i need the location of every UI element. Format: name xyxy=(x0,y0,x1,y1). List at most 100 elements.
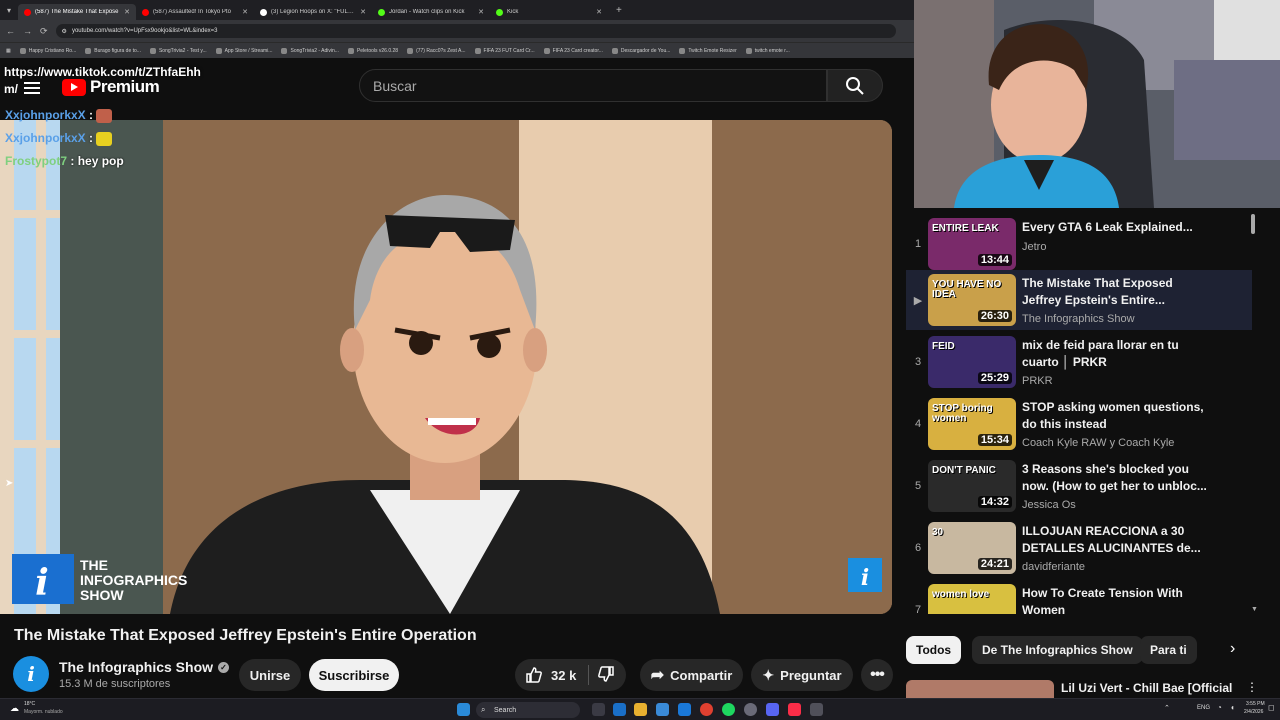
playlist-channel: PRKR xyxy=(1022,375,1053,387)
playlist-item-title: How To Create Tension With Women xyxy=(1022,585,1212,614)
browser-tab[interactable]: (587) The Mistake That Expose ✕ xyxy=(18,4,136,20)
bookmark-item[interactable]: (77) Racc0?s Zest A... xyxy=(407,47,466,54)
ask-button[interactable]: ✦ Preguntar xyxy=(751,659,853,691)
tab-close-icon[interactable]: ✕ xyxy=(242,8,248,16)
mail-icon[interactable] xyxy=(678,703,691,716)
taskbar-search-field[interactable]: ⌕ Search xyxy=(476,702,580,718)
share-label: Compartir xyxy=(670,667,733,683)
tab-close-icon[interactable]: ✕ xyxy=(360,8,366,16)
chrome-icon[interactable] xyxy=(700,703,713,716)
playlist-item[interactable]: 7 women love How To Create Tension With … xyxy=(906,580,1252,614)
channel-name[interactable]: The Infographics Show ✓ xyxy=(59,659,230,675)
playlist-item[interactable]: ▶ YOU HAVE NO IDEA 26:30 The Mistake Tha… xyxy=(906,270,1252,330)
filter-chip[interactable]: Para ti xyxy=(1140,636,1197,664)
site-info-icon[interactable]: ⚙ xyxy=(62,28,67,35)
subscribe-button[interactable]: Suscribirse xyxy=(309,659,399,691)
weather-desc[interactable]: Mayorm. nublado xyxy=(24,709,63,715)
back-arrow-icon[interactable]: ← xyxy=(6,26,15,36)
playlist-item[interactable]: 1 ENTIRE LEAK 13:44 Every GTA 6 Leak Exp… xyxy=(906,214,1252,274)
url-field[interactable]: ⚙ youtube.com/watch?v=UpFsx9ookjo&list=W… xyxy=(55,24,896,38)
bookmark-favicon-icon xyxy=(474,47,481,54)
next-recommendation-title[interactable]: Lil Uzi Vert - Chill Bae [Official xyxy=(1061,681,1232,695)
language-indicator[interactable]: ENG xyxy=(1197,705,1210,711)
clock-date[interactable]: 2/4/2026 xyxy=(1244,709,1263,715)
playlist-channel: Jetro xyxy=(1022,241,1047,253)
browser-tab[interactable]: (587) Assaulted! In Tokyo Pto ✕ xyxy=(136,4,254,20)
join-button[interactable]: Unirse xyxy=(239,659,301,691)
tab-title: (587) Assaulted! In Tokyo Pto xyxy=(153,9,231,15)
volume-icon[interactable]: ◖ xyxy=(1230,703,1235,712)
obs-icon[interactable] xyxy=(744,703,757,716)
bookmark-item[interactable]: Happy Cristiano Ro... xyxy=(19,47,76,54)
forward-arrow-icon[interactable]: → xyxy=(23,26,32,36)
bookmark-item[interactable]: Descargador de You... xyxy=(611,47,670,54)
bookmark-favicon-icon xyxy=(679,47,686,54)
playlist-item[interactable]: 4 STOP boring women 15:34 STOP asking wo… xyxy=(906,394,1252,454)
tab-close-icon[interactable]: ✕ xyxy=(124,8,130,16)
browser-tab[interactable]: Kick ✕ xyxy=(490,4,608,20)
browser-tab[interactable]: Jordan - Watch clips on Kick ✕ xyxy=(372,4,490,20)
playlist-thumbnail: DON'T PANIC 14:32 xyxy=(928,460,1016,512)
playlist-item-title: Every GTA 6 Leak Explained... xyxy=(1022,219,1212,236)
browser-tab[interactable]: (3) Legion Hoops on X: "FULL T ✕ xyxy=(254,4,372,20)
scroll-down-arrow-icon[interactable]: ▼ xyxy=(1251,606,1258,613)
file-explorer-icon[interactable] xyxy=(634,703,647,716)
task-view-icon[interactable] xyxy=(592,703,605,716)
bookmark-item[interactable]: twitch emote r... xyxy=(745,47,790,54)
photos-icon[interactable] xyxy=(656,703,669,716)
search-button[interactable] xyxy=(827,69,883,102)
discord-icon[interactable] xyxy=(766,703,779,716)
settings-app-icon[interactable] xyxy=(810,703,823,716)
tab-close-icon[interactable]: ✕ xyxy=(596,8,602,16)
bookmark-item[interactable]: SongTrivia2 - Test y... xyxy=(149,47,207,54)
title-line-2: Women xyxy=(1022,603,1066,614)
dislike-button[interactable] xyxy=(597,665,615,686)
playlist-index: 3 xyxy=(914,356,922,368)
playlist-item[interactable]: 6 30 24:21 ILLOJUAN REACCIONA a 30 DETAL… xyxy=(906,518,1252,578)
music-app-icon[interactable] xyxy=(788,703,801,716)
playlist-scrollbar[interactable] xyxy=(1251,214,1255,234)
video-player[interactable]: i i THE INFOGRAPHICS SHOW xyxy=(0,120,892,614)
tab-list-chevron-icon[interactable]: ▾ xyxy=(0,0,18,20)
bookmark-item[interactable]: FIFA 23 FUT Card Cr... xyxy=(474,47,535,54)
bookmarks-grid-icon[interactable]: ▦ xyxy=(6,48,11,54)
playlist-item[interactable]: 3 FEID 25:29 mix de feid para llorar en … xyxy=(906,332,1252,392)
tab-favicon-icon xyxy=(260,8,267,16)
edge-browser-icon[interactable] xyxy=(613,703,626,716)
more-actions-button[interactable]: ••• xyxy=(861,659,893,691)
playlist-item-title: mix de feid para llorar en tu cuarto │ P… xyxy=(1022,337,1212,371)
search-input[interactable]: Buscar xyxy=(359,69,827,102)
next-rec-more-icon[interactable]: ⋮ xyxy=(1246,680,1258,694)
clock-time[interactable]: 3:55 PM xyxy=(1246,701,1265,707)
bookmark-item[interactable]: App Store / Streami... xyxy=(215,47,272,54)
notification-bell-icon[interactable]: ◻ xyxy=(1268,703,1275,712)
watermark-line-2: INFOGRAPHICS xyxy=(80,572,188,588)
channel-avatar[interactable]: i xyxy=(13,656,49,692)
tab-close-icon[interactable]: ✕ xyxy=(478,8,484,16)
filter-chip[interactable]: Todos xyxy=(906,636,962,664)
windows-start-icon[interactable] xyxy=(457,703,470,716)
bookmark-item[interactable]: Peletools v26.0.28 xyxy=(347,47,398,54)
spotify-icon[interactable] xyxy=(722,703,735,716)
wifi-icon[interactable]: ◔ xyxy=(1217,703,1222,712)
new-tab-plus-icon[interactable]: + xyxy=(616,5,622,16)
weather-temp[interactable]: 18°C xyxy=(24,701,35,707)
like-button[interactable]: 32 k xyxy=(525,666,576,684)
chat-username: XxjohnporkxX xyxy=(5,131,86,145)
share-button[interactable]: ➦ Compartir xyxy=(640,659,743,691)
tray-chevron-icon[interactable]: ⌃ xyxy=(1164,704,1170,712)
bookmark-item[interactable]: Twitch Emote Resizer xyxy=(679,47,737,54)
bookmark-item[interactable]: SongTrivia2 - Adivin... xyxy=(281,47,339,54)
title-line-1: STOP asking women questions, xyxy=(1022,400,1204,414)
chips-next-chevron-icon[interactable]: › xyxy=(1230,640,1235,658)
playlist-item[interactable]: 5 DON'T PANIC 14:32 3 Reasons she's bloc… xyxy=(906,456,1252,516)
youtube-premium-logo[interactable]: Premium xyxy=(62,77,160,97)
next-recommendation-thumbnail[interactable] xyxy=(906,680,1054,698)
playlist-index: 4 xyxy=(914,418,922,430)
brand-label: Premium xyxy=(90,77,160,96)
filter-chip[interactable]: De The Infographics Show xyxy=(972,636,1143,664)
bookmark-item[interactable]: Burago figura de to... xyxy=(85,47,141,54)
bookmark-item[interactable]: FIFA 23 Card creator... xyxy=(543,47,603,54)
hamburger-menu-icon[interactable] xyxy=(24,82,40,94)
reload-icon[interactable]: ⟳ xyxy=(40,26,48,37)
